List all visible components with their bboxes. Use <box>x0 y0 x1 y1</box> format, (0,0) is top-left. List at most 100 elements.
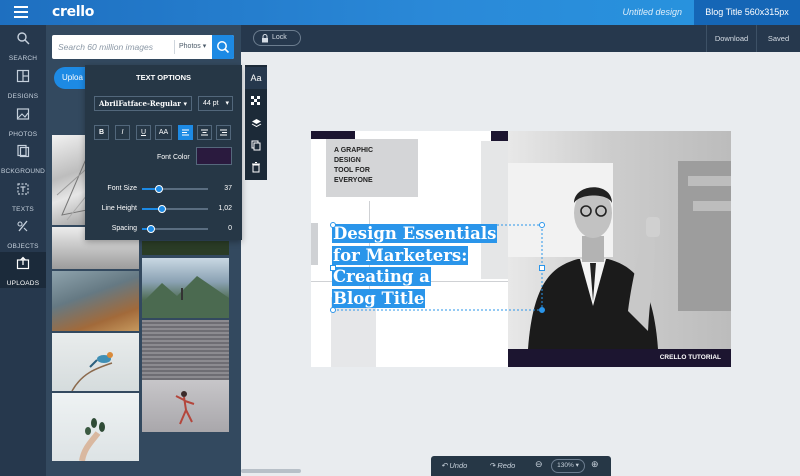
slider-label: Spacing <box>111 225 137 232</box>
slider-knob[interactable] <box>146 225 155 233</box>
rail-label: DESIGNS <box>7 93 39 100</box>
chevron-down-icon: ▾ <box>183 99 187 108</box>
line-height-slider[interactable] <box>142 205 208 213</box>
rail-label: UPLOADS <box>6 280 40 287</box>
bottom-toolbar: ↶ Undo ↷ Redo ⊖ 130% ▾ ⊕ <box>431 456 611 476</box>
rail-item-texts[interactable]: TEXTS <box>0 178 46 214</box>
rail-item-photos[interactable]: PHOTOS <box>0 103 46 139</box>
selection-overlay <box>333 224 543 311</box>
resize-handle-top-left[interactable] <box>330 222 336 228</box>
rail-item-objects[interactable]: OBJECTS <box>0 215 46 251</box>
trash-icon <box>252 162 260 173</box>
align-left-button[interactable] <box>178 125 193 140</box>
align-left-icon <box>182 129 189 136</box>
font-family-dropdown[interactable]: AbrilFatface-Regular ▾ <box>94 96 192 111</box>
italic-button[interactable]: I <box>115 125 130 140</box>
bold-button[interactable]: B <box>94 125 109 140</box>
resize-handle-top-right[interactable] <box>539 222 545 228</box>
slider-label: Font Size <box>107 185 137 192</box>
search-input[interactable]: Search 60 million images <box>58 42 153 52</box>
text-options-button[interactable]: Aa <box>245 67 267 89</box>
zoom-dropdown[interactable]: 130% ▾ <box>551 459 585 473</box>
text-options-popup: TEXT OPTIONS AbrilFatface-Regular ▾ 44 pt… <box>85 65 242 240</box>
undo-icon: ↶ <box>441 461 448 470</box>
designs-icon <box>16 69 30 83</box>
font-size-value: 44 pt <box>203 100 219 107</box>
popup-title: TEXT OPTIONS <box>135 73 191 82</box>
resize-handle-right[interactable] <box>539 265 545 271</box>
font-family-value: AbrilFatface-Regular <box>99 99 181 108</box>
rail-item-designs[interactable]: DESIGNS <box>0 65 46 101</box>
spacing-slider[interactable] <box>142 225 208 233</box>
slider-knob[interactable] <box>157 205 166 213</box>
objects-icon <box>17 220 28 232</box>
slider-label: Line Height <box>101 205 137 212</box>
resize-handle-bottom-right[interactable] <box>539 307 545 313</box>
thumbnail-image <box>71 352 113 391</box>
search-scope-dropdown[interactable]: Photos ▾ <box>174 40 206 54</box>
texture-button[interactable] <box>245 90 267 112</box>
undo-label: Undo <box>449 461 468 470</box>
texts-icon <box>17 183 29 195</box>
search-scope-label: Photos <box>179 43 201 50</box>
uppercase-button[interactable]: AA <box>155 125 172 140</box>
font-size-dropdown[interactable]: 44 pt ▾ <box>198 96 233 111</box>
slider-value: 37 <box>224 185 232 192</box>
slider-knob[interactable] <box>154 185 163 193</box>
hamburger-menu-icon[interactable] <box>14 6 28 18</box>
document-title[interactable]: Untitled design <box>622 7 682 17</box>
delete-button[interactable] <box>245 156 267 178</box>
upload-thumbnail-coast[interactable] <box>52 271 139 331</box>
align-right-icon <box>220 129 227 136</box>
search-icon <box>217 41 230 54</box>
search-button[interactable] <box>212 35 234 59</box>
lock-button[interactable]: Lock <box>253 30 301 46</box>
upload-thumbnail-shutters[interactable] <box>142 320 229 380</box>
align-center-button[interactable] <box>197 125 212 140</box>
top-bar: crello Untitled design Blog Title 560x31… <box>0 0 800 25</box>
font-color-swatch[interactable] <box>196 147 232 165</box>
texture-icon <box>251 96 260 105</box>
rail-label: BCKGROUND <box>0 168 46 175</box>
resize-handle-bottom-left[interactable] <box>330 307 336 313</box>
design-artboard[interactable]: A GRAPHIC DESIGN TOOL FOR EVERYONE CRELL… <box>311 131 731 367</box>
upload-thumbnail-forest[interactable] <box>142 241 229 255</box>
saved-status: Saved <box>756 25 800 52</box>
upload-thumbnail-dancer[interactable] <box>142 380 229 432</box>
left-rail: SEARCH DESIGNS PHOTOS BCKGROUND TEXTS OB… <box>0 25 46 476</box>
search-icon <box>17 32 30 45</box>
chevron-down-icon: ▾ <box>225 100 229 107</box>
lock-icon <box>262 34 268 43</box>
underline-button[interactable]: U <box>136 125 151 140</box>
upload-thumbnail-plant[interactable] <box>52 393 139 461</box>
crello-editor: crello Untitled design Blog Title 560x31… <box>0 0 800 476</box>
undo-button[interactable]: ↶ Undo <box>441 461 467 470</box>
document-size-button[interactable]: Blog Title 560x315px <box>694 0 800 25</box>
upload-thumbnail-bird[interactable] <box>52 333 139 391</box>
zoom-value: 130% <box>557 462 574 469</box>
zoom-out-icon[interactable]: ⊖ <box>535 459 543 470</box>
lock-label: Lock <box>272 34 287 41</box>
redo-button[interactable]: ↷ Redo <box>489 461 515 470</box>
thumbnail-image <box>175 391 195 425</box>
download-button[interactable]: Download <box>706 25 756 52</box>
app-logo[interactable]: crello <box>52 4 94 20</box>
rail-label: PHOTOS <box>8 131 38 138</box>
layers-button[interactable] <box>245 112 267 134</box>
font-size-slider[interactable] <box>142 185 208 193</box>
align-right-button[interactable] <box>216 125 231 140</box>
background-icon <box>17 144 30 158</box>
thumbnail-image <box>142 276 229 318</box>
rail-item-background[interactable]: BCKGROUND <box>0 140 46 176</box>
horizontal-scrollbar[interactable] <box>241 469 301 473</box>
rail-label: OBJECTS <box>7 243 39 250</box>
upload-thumbnail-mountain[interactable] <box>142 258 229 318</box>
uploads-icon <box>16 256 30 270</box>
zoom-in-icon[interactable]: ⊕ <box>591 459 599 470</box>
resize-handle-left[interactable] <box>330 265 336 271</box>
rail-item-search[interactable]: SEARCH <box>0 27 46 63</box>
align-center-icon <box>201 129 208 136</box>
rail-item-uploads[interactable]: UPLOADS <box>0 252 46 288</box>
duplicate-button[interactable] <box>245 134 267 156</box>
rail-label: TEXTS <box>12 206 34 213</box>
